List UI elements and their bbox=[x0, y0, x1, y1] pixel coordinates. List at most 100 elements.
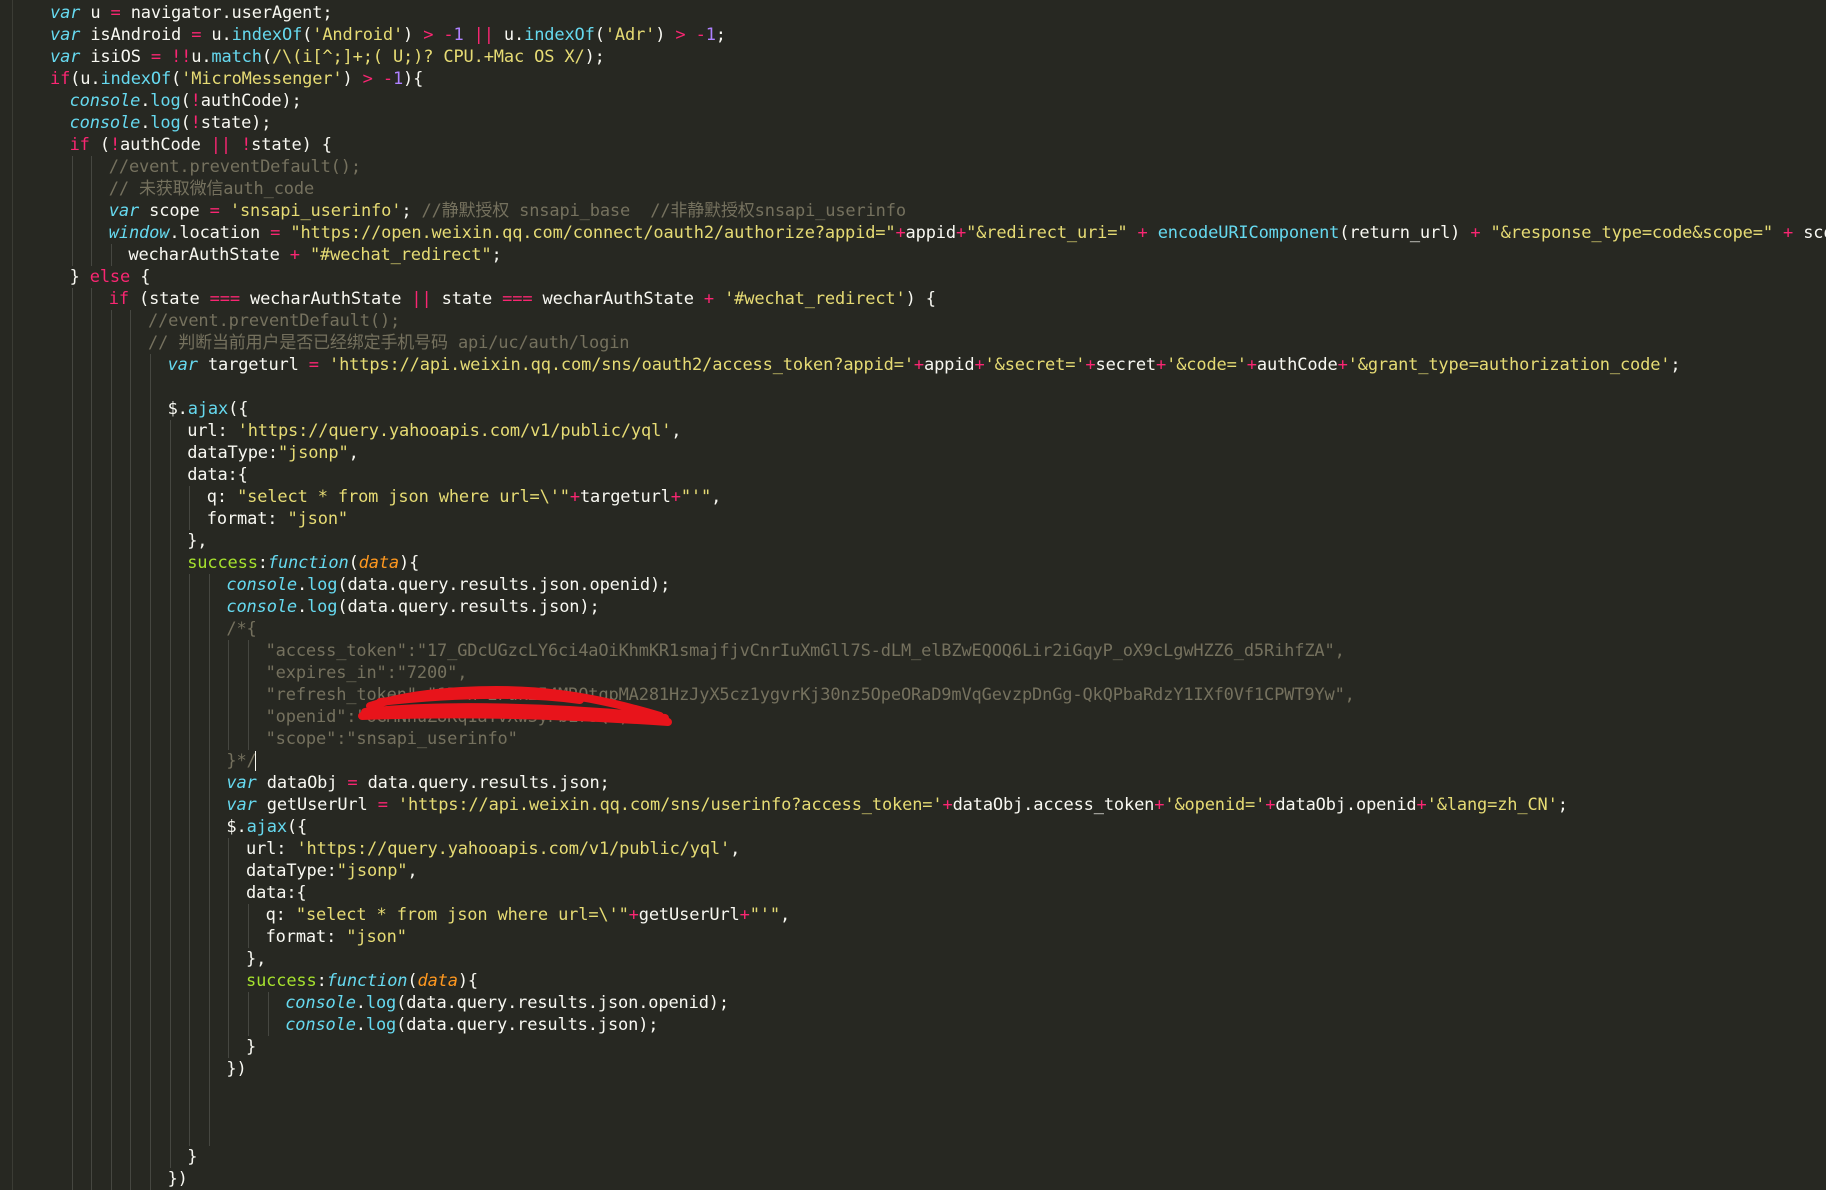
code-token: + bbox=[1246, 355, 1257, 375]
code-token: ) bbox=[403, 25, 424, 45]
code-token: log bbox=[150, 113, 181, 133]
code-token: dataObj.access_token bbox=[952, 795, 1155, 815]
code-token: 'MicroMessenger' bbox=[181, 69, 343, 89]
code-line: } bbox=[187, 1146, 197, 1168]
code-token: "'" bbox=[680, 487, 712, 507]
code-line: wecharAuthState + "#wechat_redirect"; bbox=[128, 244, 501, 266]
code-line: var u = navigator.userAgent; bbox=[50, 2, 333, 24]
code-token: state bbox=[431, 289, 503, 309]
code-token: ajax bbox=[187, 399, 229, 419]
code-token: 1 bbox=[705, 25, 716, 45]
code-token: // 未获取微信auth_code bbox=[108, 179, 315, 199]
code-token: + bbox=[1783, 223, 1794, 243]
code-token: dataType: bbox=[246, 861, 337, 881]
code-token: var bbox=[50, 25, 81, 45]
code-line: console.log(data.query.results.json); bbox=[285, 1014, 658, 1036]
code-token: . bbox=[140, 91, 151, 111]
code-token: , bbox=[730, 839, 741, 859]
code-token: data bbox=[358, 553, 400, 573]
code-token: - bbox=[382, 69, 393, 89]
code-token: ) bbox=[342, 69, 363, 89]
code-token: = bbox=[191, 25, 202, 45]
code-token: '&secret=' bbox=[984, 355, 1086, 375]
code-token: u bbox=[80, 3, 111, 23]
code-token: + bbox=[1416, 795, 1427, 815]
code-token: + bbox=[703, 289, 714, 309]
text-cursor bbox=[255, 751, 257, 771]
code-token: . bbox=[140, 113, 151, 133]
code-line: console.log(data.query.results.json.open… bbox=[285, 992, 729, 1014]
code-line: }) bbox=[226, 1058, 246, 1080]
code-line: $.ajax({ bbox=[226, 816, 307, 838]
code-token: ); bbox=[584, 47, 605, 67]
code-token: + bbox=[1265, 795, 1276, 815]
code-token: //静默授权 snsapi_base //非静默授权snsapi_userinf… bbox=[421, 201, 906, 221]
indent-guide bbox=[228, 640, 230, 750]
code-token: , bbox=[671, 421, 682, 441]
code-token: || bbox=[411, 289, 432, 309]
code-token: appid bbox=[905, 223, 957, 243]
code-token: }, bbox=[187, 531, 208, 551]
code-line: var isAndroid = u.indexOf('Android') > -… bbox=[50, 24, 726, 46]
code-token: ) { bbox=[905, 289, 936, 309]
code-token: authCode bbox=[120, 135, 211, 155]
code-token: } bbox=[69, 267, 90, 287]
code-token: console bbox=[285, 1015, 356, 1035]
code-token: + bbox=[1154, 795, 1165, 815]
code-token: var bbox=[226, 773, 257, 793]
code-token: format: bbox=[265, 927, 347, 947]
code-token: u. bbox=[201, 25, 232, 45]
code-token: (data.query.results.json); bbox=[396, 1015, 659, 1035]
code-token: (u. bbox=[70, 69, 101, 89]
indent-guide bbox=[110, 310, 112, 1190]
code-token: . bbox=[355, 1015, 366, 1035]
code-token: + bbox=[1337, 355, 1348, 375]
code-token: = bbox=[110, 3, 121, 23]
code-token: '&openid=' bbox=[1164, 795, 1266, 815]
code-token: ! bbox=[190, 113, 201, 133]
code-line: dataType:"jsonp", bbox=[246, 860, 418, 882]
indent-guide bbox=[71, 288, 73, 1190]
code-token: getUserUrl bbox=[256, 795, 378, 815]
code-token: }) bbox=[226, 1059, 247, 1079]
code-line: }*/ bbox=[226, 750, 256, 772]
code-token: "expires_in":"7200", bbox=[265, 663, 468, 683]
code-line: var isiOS = !!u.match(/\(i[^;]+;( U;)? C… bbox=[50, 46, 605, 68]
code-token: > bbox=[423, 25, 434, 45]
code-token: log bbox=[365, 1015, 397, 1035]
code-token: "select * from json where url=\'" bbox=[295, 905, 629, 925]
code-token: + bbox=[1156, 355, 1167, 375]
code-line: q: "select * from json where url=\'"+tar… bbox=[207, 486, 722, 508]
code-token: + bbox=[1470, 223, 1481, 243]
code-token: indexOf bbox=[231, 25, 303, 45]
code-line: if (state === wecharAuthState || state =… bbox=[109, 288, 936, 310]
code-token: } bbox=[187, 1147, 198, 1167]
code-line: $.ajax({ bbox=[168, 398, 249, 420]
code-token: "openid":"oGMNhuZ8Kq1aTvXw3yPbE7sQ", bbox=[265, 707, 629, 727]
code-token: '&grant_type=authorization_code' bbox=[1347, 355, 1671, 375]
code-token: //event.preventDefault(); bbox=[108, 157, 361, 177]
indent-guide bbox=[228, 838, 230, 1058]
code-token: "access_token":"17_GDcUGzcLY6ci4aOiKhmKR… bbox=[265, 641, 1345, 661]
indent-guide bbox=[91, 288, 93, 1190]
code-line: format: "json" bbox=[207, 508, 348, 530]
code-token: ( bbox=[261, 47, 272, 67]
indent-guide bbox=[150, 354, 151, 1190]
code-token: dataObj bbox=[256, 773, 348, 793]
code-token: + bbox=[569, 487, 580, 507]
indent-guide bbox=[248, 904, 249, 948]
code-token: console bbox=[69, 113, 141, 133]
code-line: console.log(!state); bbox=[70, 112, 272, 134]
code-token: + bbox=[955, 223, 967, 243]
code-token: - bbox=[443, 25, 454, 45]
code-token: || bbox=[210, 135, 231, 155]
code-token: ; bbox=[1670, 355, 1681, 375]
code-editor[interactable]: var u = navigator.userAgent; var isAndroi… bbox=[0, 0, 1826, 1190]
code-token: isAndroid bbox=[80, 25, 192, 45]
code-token: } bbox=[246, 1037, 257, 1057]
code-token: 'https://api.weixin.qq.com/sns/oauth2/ac… bbox=[328, 355, 914, 375]
code-token: + bbox=[974, 355, 985, 375]
code-line: data:{ bbox=[187, 464, 248, 486]
